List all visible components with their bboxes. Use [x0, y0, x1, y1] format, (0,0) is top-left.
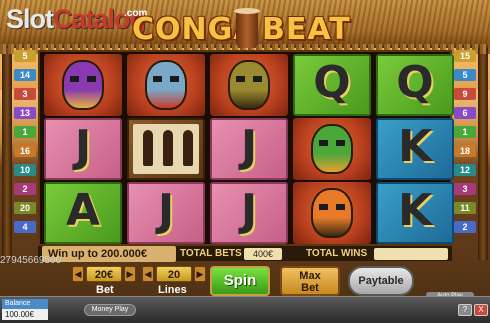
total-wins-label: TOTAL WINS — [306, 248, 368, 259]
balance-value: 100.00€ — [2, 309, 48, 320]
right-payline-tab: 3 — [454, 183, 476, 195]
win-bar: Win up to 200.000€ TOTAL BETS 400€ TOTAL… — [38, 245, 452, 262]
mask-eyes — [319, 204, 345, 210]
left-payline-tab: 3 — [14, 88, 36, 100]
symbol-letter: Q — [313, 57, 351, 108]
left-payline-tab: 16 — [14, 145, 36, 157]
reel: JJ — [208, 54, 288, 244]
spin-button[interactable]: Spin — [210, 266, 270, 296]
symbol-letter: J — [240, 121, 258, 172]
max-win-text: Win up to 200.000€ — [42, 246, 176, 262]
left-payline-tab: 14 — [14, 69, 36, 81]
right-payline-tab: 12 — [454, 164, 476, 176]
left-pole — [2, 40, 12, 260]
right-payline-tab: 15 — [454, 50, 476, 62]
right-payline-tab: 5 — [454, 69, 476, 81]
bet-decrease-button[interactable]: ◀ — [72, 266, 84, 282]
dancers-icon — [133, 124, 199, 174]
symbol-letter: K — [397, 185, 433, 236]
right-payline-tab: 1 — [454, 126, 476, 138]
blue-mask-icon — [145, 60, 187, 110]
reel: JA — [42, 54, 122, 244]
right-payline-tab: 11 — [454, 202, 476, 214]
right-payline-tab: 18 — [454, 145, 476, 157]
right-pole — [478, 40, 488, 260]
purple-mask-icon — [62, 60, 104, 110]
symbol-letter: J — [74, 121, 92, 172]
mask-eyes — [70, 76, 96, 82]
right-payline-tab: 6 — [454, 107, 476, 119]
lines-value: 20 — [156, 266, 192, 282]
watermark-part1: Slot — [6, 4, 54, 34]
close-button[interactable]: X — [474, 304, 488, 316]
left-payline-indicators: 5 14 3 13 1 16 10 2 20 4 — [14, 46, 36, 242]
green-mask-icon — [311, 124, 353, 174]
mask-eyes — [153, 76, 179, 82]
reel-symbol: A — [44, 182, 122, 244]
bet-label: Bet — [96, 284, 114, 296]
total-wins-value — [374, 248, 448, 260]
reel-symbol: K — [376, 118, 454, 180]
dancer-figure — [183, 130, 193, 166]
reel-symbol — [127, 118, 205, 180]
symbol-letter: K — [397, 121, 433, 172]
mask-eyes — [319, 140, 345, 146]
reel: J — [125, 54, 205, 244]
dancer-figure — [163, 130, 173, 166]
right-payline-indicators: 15 5 9 6 1 18 12 3 11 2 — [454, 46, 476, 242]
orange-mask-icon — [311, 188, 353, 238]
reel-symbol: Q — [376, 54, 454, 116]
paytable-button[interactable]: Paytable — [348, 266, 414, 296]
left-payline-tab: 2 — [14, 183, 36, 195]
reel-symbol — [293, 182, 371, 244]
help-button[interactable]: ? — [458, 304, 472, 316]
game-title-logo: CONGA BEAT — [132, 8, 372, 50]
left-payline-tab: 10 — [14, 164, 36, 176]
symbol-letter: Q — [396, 57, 434, 108]
money-play-button[interactable]: Money Play — [84, 304, 136, 316]
bottom-bar: Balance 100.00€ Money Play ? X — [0, 296, 490, 323]
lines-decrease-button[interactable]: ◀ — [142, 266, 154, 282]
reel-symbol: K — [376, 182, 454, 244]
balance-label: Balance — [2, 299, 48, 309]
left-payline-tab: 4 — [14, 221, 36, 233]
left-payline-tab: 5 — [14, 50, 36, 62]
reel-symbol: J — [210, 182, 288, 244]
olive-mask-icon — [228, 60, 270, 110]
reel: Q — [291, 54, 371, 244]
lines-label: Lines — [158, 284, 187, 296]
max-bet-line2: Bet — [301, 282, 319, 294]
reel-symbol — [44, 54, 122, 116]
total-bets-label: TOTAL BETS — [180, 248, 242, 259]
lines-increase-button[interactable]: ▶ — [194, 266, 206, 282]
reel-symbol — [293, 118, 371, 180]
bet-value: 20€ — [86, 266, 122, 282]
site-watermark: SlotCatalog .com — [6, 4, 147, 34]
total-bets-value: 400€ — [244, 248, 282, 260]
symbol-letter: J — [157, 185, 175, 236]
max-bet-line1: Max — [299, 270, 321, 282]
reel-symbol: Q — [293, 54, 371, 116]
dancer-figure — [143, 130, 153, 166]
game-title-right: BEAT — [262, 12, 351, 47]
reels-area: JAJJJQQKK — [38, 50, 454, 246]
reel-symbol — [127, 54, 205, 116]
reel-symbol — [210, 54, 288, 116]
left-payline-tab: 1 — [14, 126, 36, 138]
game-stage: SlotCatalog .com CONGA BEAT 5 14 3 13 1 16 10 2… — [0, 0, 490, 323]
reel-symbol: J — [44, 118, 122, 180]
mask-eyes — [236, 76, 262, 82]
left-payline-tab: 20 — [14, 202, 36, 214]
left-payline-tab: 13 — [14, 107, 36, 119]
symbol-letter: J — [240, 185, 258, 236]
symbol-letter: A — [65, 185, 101, 236]
max-bet-button[interactable]: Max Bet — [280, 266, 340, 296]
reel-symbol: J — [127, 182, 205, 244]
drum-icon — [234, 8, 260, 48]
right-payline-tab: 2 — [454, 221, 476, 233]
bet-increase-button[interactable]: ▶ — [124, 266, 136, 282]
reel: QKK — [374, 54, 454, 244]
right-payline-tab: 9 — [454, 88, 476, 100]
reel-symbol: J — [210, 118, 288, 180]
